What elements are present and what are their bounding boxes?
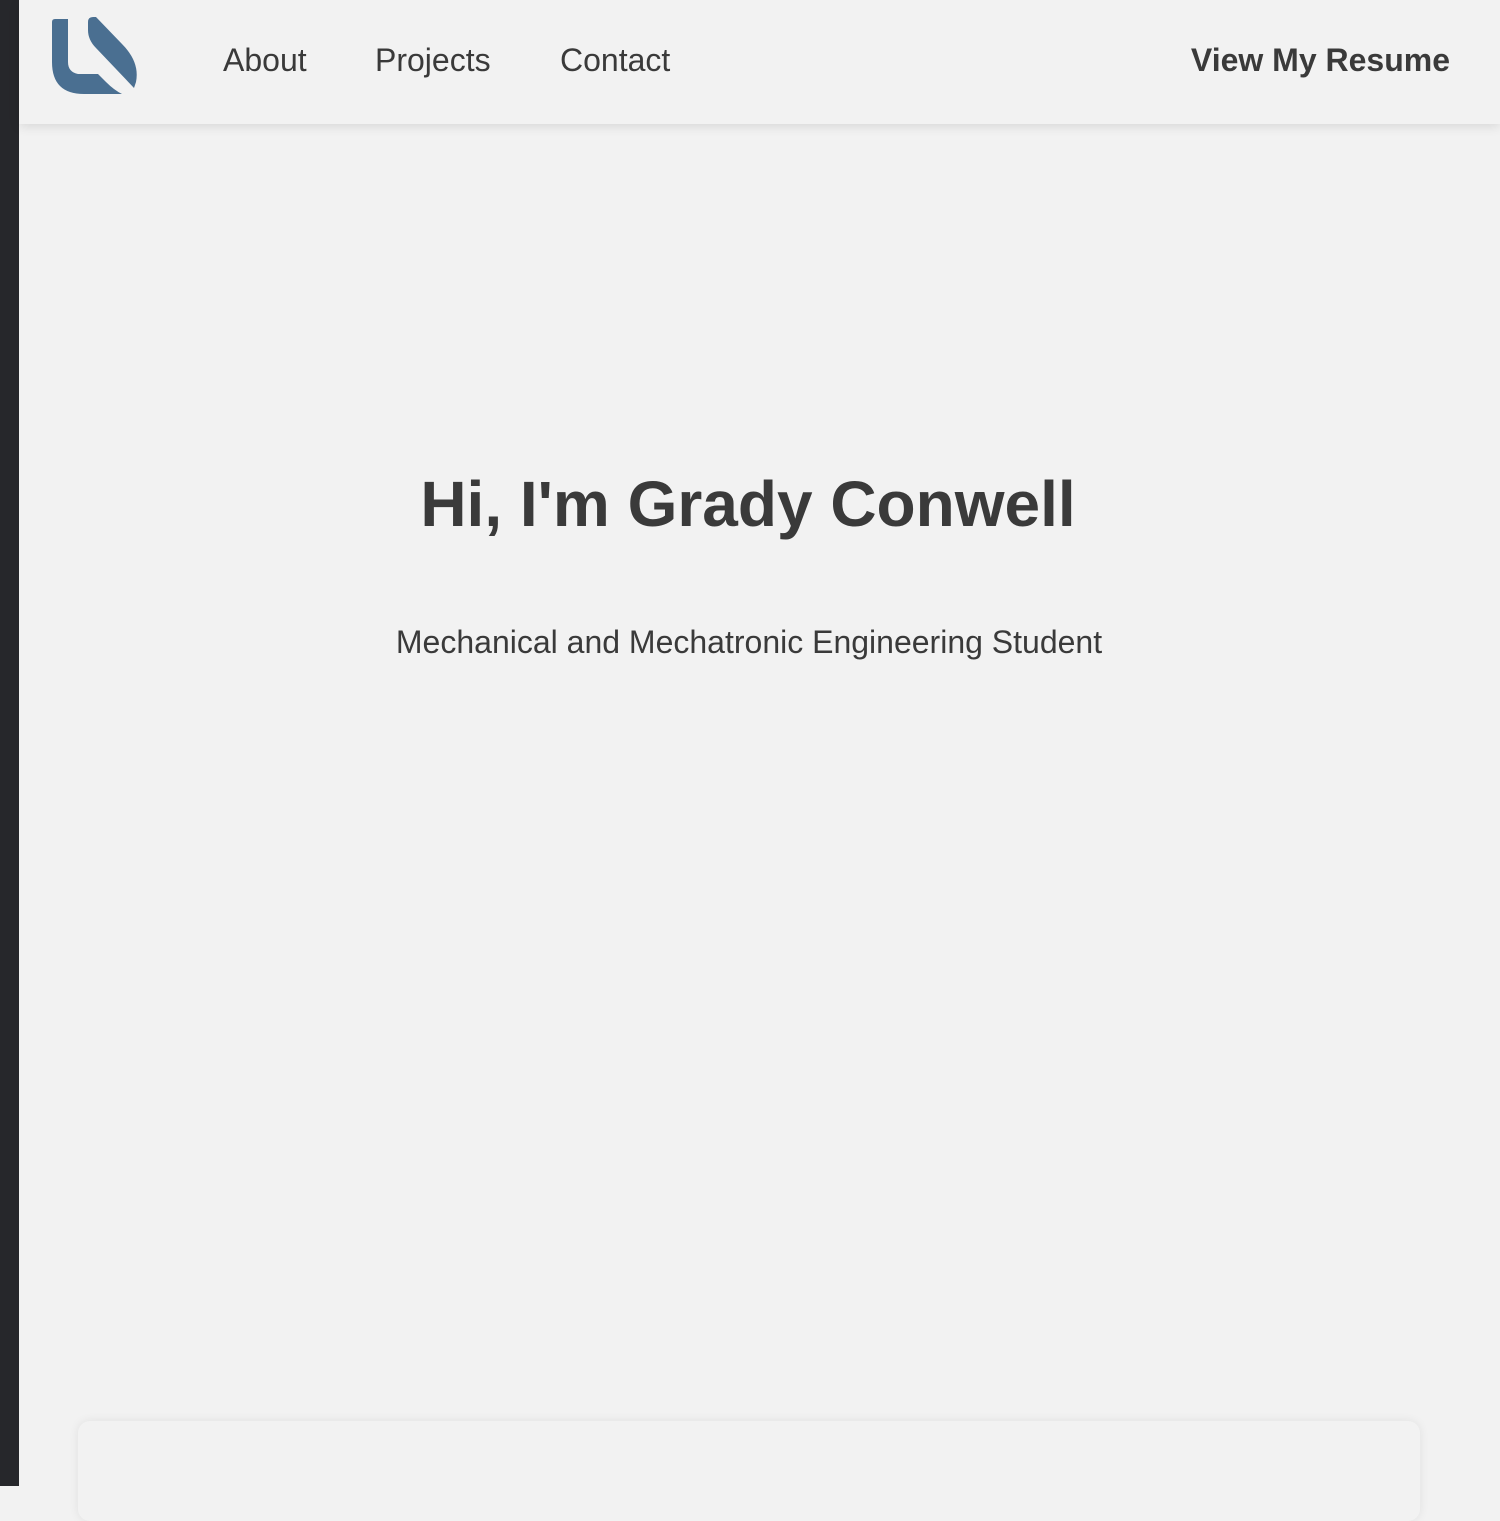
nav-link-projects[interactable]: Projects (375, 38, 491, 82)
navbar: About Projects Contact View My Resume (19, 0, 1500, 124)
window-edge (0, 0, 19, 1486)
logo-icon[interactable] (50, 16, 140, 96)
view-resume-link[interactable]: View My Resume (1191, 38, 1450, 82)
page: About Projects Contact View My Resume Hi… (19, 0, 1500, 1521)
nav-link-contact[interactable]: Contact (560, 38, 670, 82)
nav-link-about[interactable]: About (223, 38, 307, 82)
content-card (78, 1421, 1420, 1521)
hero-subtitle: Mechanical and Mechatronic Engineering S… (395, 624, 1103, 660)
hero-title: Hi, I'm Grady Conwell (420, 468, 1076, 540)
